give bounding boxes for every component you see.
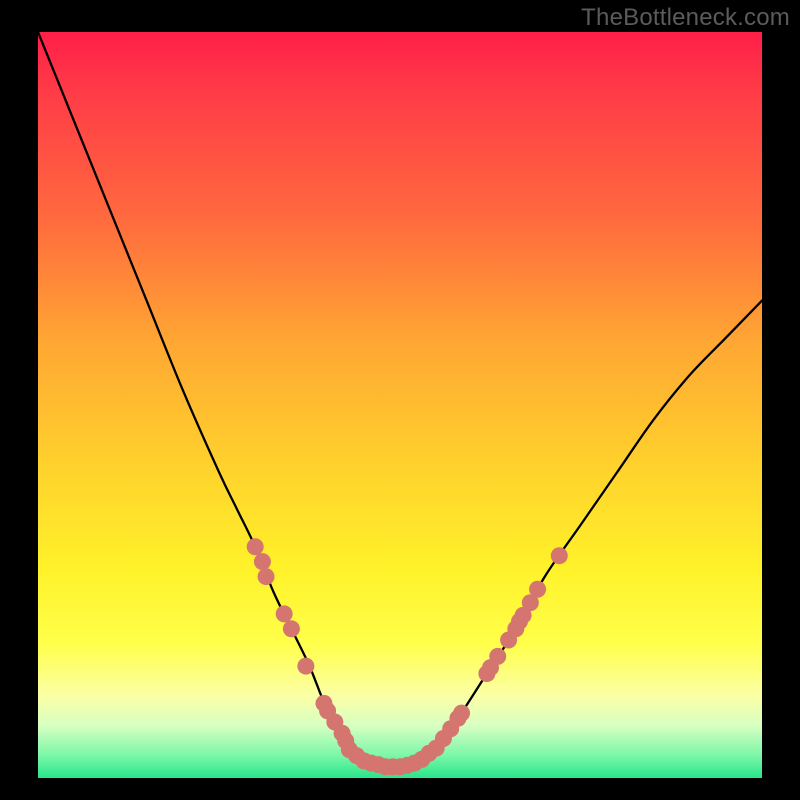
marker-group (247, 538, 568, 775)
marker-point (283, 620, 300, 637)
chart-frame: TheBottleneck.com (0, 0, 800, 800)
bottleneck-curve (38, 32, 762, 767)
marker-point (276, 605, 293, 622)
marker-point (529, 581, 546, 598)
attribution-label: TheBottleneck.com (581, 4, 790, 32)
marker-point (551, 547, 568, 564)
marker-point (297, 658, 314, 675)
marker-point (453, 705, 470, 722)
marker-point (489, 648, 506, 665)
marker-point (258, 568, 275, 585)
marker-point (247, 538, 264, 555)
chart-overlay (38, 32, 762, 778)
marker-point (254, 553, 271, 570)
plot-area (38, 32, 762, 778)
